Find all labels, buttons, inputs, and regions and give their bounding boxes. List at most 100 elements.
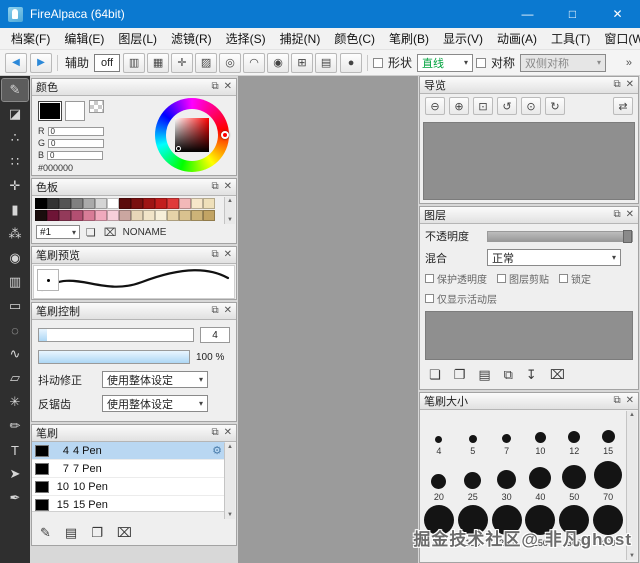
snap-ring-button[interactable]: ◉ [267,53,289,73]
brush-row[interactable]: 44 Pen⚙ [32,442,225,460]
palette-swatch[interactable] [167,198,179,209]
protect-alpha-checkbox[interactable] [425,274,434,283]
brush-size-option[interactable]: 15 [591,412,625,458]
menu-item-10[interactable]: 工具(T) [544,28,597,50]
scroll-down-icon[interactable]: ▼ [629,553,635,559]
hex-color-value[interactable]: #000000 [38,163,73,173]
tool-brush[interactable]: ✎ [2,79,28,101]
brush-folder-icon[interactable]: ▤ [65,525,77,541]
brush-opacity-slider[interactable] [38,350,190,364]
correction-select[interactable]: 使用整体设定 ▾ [102,371,208,388]
tool-bucket[interactable]: ◉ [2,247,28,269]
brush-size-option[interactable]: 70 [591,458,625,504]
menu-item-5[interactable]: 捕捉(N) [273,28,328,50]
flip-button[interactable]: ⇄ [613,97,633,115]
menu-item-3[interactable]: 滤镜(R) [164,28,219,50]
palette-swatch[interactable] [35,198,47,209]
close-button[interactable]: ✕ [595,0,640,28]
tool-eyedropper[interactable]: ✒ [2,487,28,509]
assist-off-button[interactable]: off [94,54,120,72]
antialias-select[interactable]: 使用整体设定 ▾ [102,395,208,412]
duplicate-layer-icon[interactable]: ⧉ [504,367,513,383]
float-icon[interactable]: ⧉ [211,82,218,92]
palette-swatch[interactable] [155,198,167,209]
menu-item-2[interactable]: 图层(L) [111,28,164,50]
layer-opacity-slider[interactable] [487,231,633,242]
step-back-button[interactable]: ◀ [5,53,27,73]
tool-select-ellipse[interactable]: ◌ [2,319,28,341]
hue-indicator[interactable] [221,131,229,139]
brush-size-slider[interactable] [38,328,194,342]
delete-layer-icon[interactable]: ⌧ [550,367,565,383]
palette-swatch[interactable] [191,198,203,209]
shape-select[interactable]: 直线 ▾ [417,54,473,72]
sv-indicator[interactable] [176,146,181,151]
palette-swatch[interactable] [83,210,95,221]
scroll-up-icon[interactable]: ▲ [227,444,233,450]
layer-folder-icon[interactable]: ▤ [478,367,490,383]
tool-text[interactable]: T [2,439,28,461]
snap-curve-button[interactable]: ◠ [243,53,265,73]
menu-item-7[interactable]: 笔刷(B) [382,28,436,50]
transparent-color-button[interactable] [89,100,104,113]
palette-swatch[interactable] [179,198,191,209]
float-icon[interactable]: ⧉ [613,396,620,406]
palette-delete-icon[interactable]: ⌧ [104,226,117,239]
palette-swatch[interactable] [71,198,83,209]
red-value-input[interactable]: 0 [48,127,104,136]
palette-swatch[interactable] [143,210,155,221]
brush-size-option[interactable]: 40 [523,458,557,504]
palette-swatch[interactable] [167,210,179,221]
palette-swatch[interactable] [203,198,215,209]
snap-cross-button[interactable]: ✛ [171,53,193,73]
palette-swatch[interactable] [59,198,71,209]
brush-size-option[interactable]: 12 [557,412,591,458]
snap-grid-button[interactable]: ▦ [147,53,169,73]
maximize-button[interactable]: □ [550,0,595,28]
brush-size-option[interactable]: 4 [422,412,456,458]
shape-checkbox[interactable] [373,58,383,68]
palette-swatch[interactable] [107,210,119,221]
copy-brush-icon[interactable]: ❐ [91,525,103,541]
clipping-checkbox[interactable] [497,274,506,283]
menu-item-11[interactable]: 窗口(W) [597,28,640,50]
close-icon[interactable]: ✕ [626,210,634,220]
symmetry-select[interactable]: 双侧对称 ▾ [520,54,606,72]
palette-new-page-icon[interactable]: ❏ [86,226,96,239]
palette-swatch[interactable] [119,210,131,221]
tool-fill[interactable]: ▮ [2,199,28,221]
menu-item-9[interactable]: 动画(A) [490,28,544,50]
brush-settings-icon[interactable]: ⚙ [212,444,222,457]
tool-select-poly[interactable]: ▱ [2,367,28,389]
palette-swatch[interactable] [59,210,71,221]
close-icon[interactable]: ✕ [224,428,232,438]
new-layer-icon[interactable]: ❏ [429,367,441,383]
show-active-only-checkbox[interactable] [425,294,434,303]
snap-table-button[interactable]: ⊞ [291,53,313,73]
palette-swatch[interactable] [95,210,107,221]
close-icon[interactable]: ✕ [224,306,232,316]
float-icon[interactable]: ⧉ [211,428,218,438]
brush-row[interactable]: 77 Pen [32,460,225,478]
scroll-down-icon[interactable]: ▼ [227,512,233,518]
tool-gradient[interactable]: ▥ [2,271,28,293]
float-icon[interactable]: ⧉ [613,210,620,220]
close-icon[interactable]: ✕ [224,182,232,192]
rotate-reset-button[interactable]: ⊙ [521,97,541,115]
palette-swatch[interactable] [179,210,191,221]
snap-circle-button[interactable]: ◎ [219,53,241,73]
palette-swatch[interactable] [47,210,59,221]
new-layer-copy-icon[interactable]: ❐ [454,367,466,383]
scroll-down-icon[interactable]: ▼ [227,217,233,223]
palette-swatch[interactable] [131,198,143,209]
tool-stamp[interactable]: ⁂ [2,223,28,245]
close-icon[interactable]: ✕ [626,80,634,90]
float-icon[interactable]: ⧉ [211,250,218,260]
tool-eraser[interactable]: ◪ [2,103,28,125]
brush-size-option[interactable]: 20 [422,458,456,504]
tool-finger[interactable]: ∴ [2,127,28,149]
close-icon[interactable]: ✕ [224,250,232,260]
palette-swatch[interactable] [71,210,83,221]
navigator-preview[interactable] [423,122,635,200]
brush-size-input[interactable]: 4 [200,327,230,343]
